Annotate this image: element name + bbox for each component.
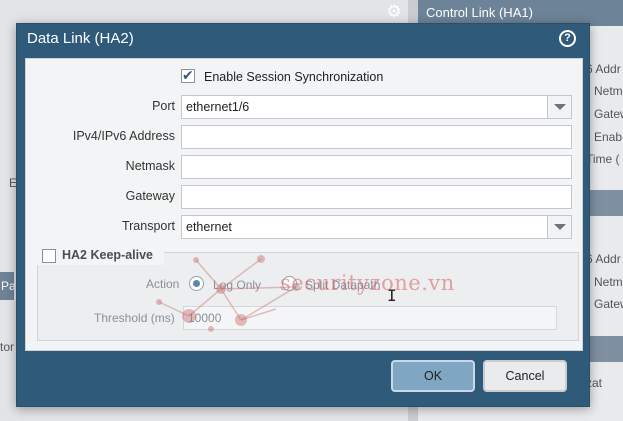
gear-icon[interactable]: ⚙: [384, 2, 404, 22]
bg-label: Time (: [586, 152, 620, 166]
enable-session-sync-checkbox[interactable]: [181, 67, 195, 84]
bg-label: Netm: [594, 275, 623, 289]
bg-label: Gatew: [594, 297, 623, 311]
netmask-label: Netmask: [125, 159, 175, 173]
watermark-text: securityzone.vn: [280, 271, 455, 295]
dialog-title: Data Link (HA2): [27, 30, 134, 47]
transport-select[interactable]: ethernet: [181, 215, 572, 239]
gateway-field[interactable]: [181, 185, 572, 209]
ip-address-field[interactable]: [181, 125, 572, 149]
bg-label: Gatew: [594, 107, 623, 121]
bg-label: 6 Addr: [586, 252, 621, 266]
data-link-dialog: Data Link (HA2) ? Enable Session Synchro…: [16, 23, 590, 407]
port-label: Port: [152, 99, 175, 113]
ip-address-label: IPv4/IPv6 Address: [72, 129, 175, 143]
text-cursor-icon: I: [387, 286, 397, 305]
transport-value: ethernet: [186, 220, 232, 234]
help-icon[interactable]: ?: [559, 30, 576, 47]
cancel-button[interactable]: Cancel: [483, 360, 567, 392]
gateway-label: Gateway: [125, 189, 175, 203]
bg-label: 6 Addr: [586, 62, 621, 76]
port-value: ethernet1/6: [186, 100, 250, 114]
transport-label: Transport: [121, 219, 175, 233]
port-select[interactable]: ethernet1/6: [181, 95, 572, 119]
bg-left-tab: Pa: [0, 272, 14, 300]
chevron-down-icon[interactable]: [547, 96, 571, 118]
keepalive-label: HA2 Keep-alive: [62, 248, 154, 262]
chevron-down-icon[interactable]: [547, 216, 571, 238]
ok-button[interactable]: OK: [391, 360, 475, 392]
bg-label: Netm: [594, 84, 623, 98]
keepalive-checkbox[interactable]: [42, 249, 56, 263]
dialog-body: Enable Session Synchronization Port ethe…: [25, 58, 583, 351]
bg-left-text: tor: [0, 340, 15, 354]
enable-session-sync-label: Enable Session Synchronization: [204, 70, 384, 84]
netmask-field[interactable]: [181, 155, 572, 179]
